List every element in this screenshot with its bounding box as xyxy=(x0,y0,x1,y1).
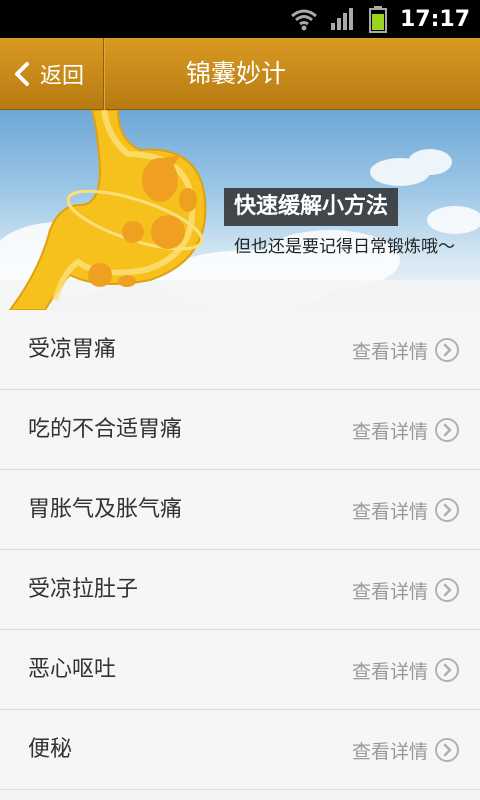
list-item-label: 受凉胃痛 xyxy=(28,337,117,362)
list-item-label: 受凉拉肚子 xyxy=(28,577,139,602)
list-item-label: 胃胀气及胀气痛 xyxy=(28,497,183,522)
list-item-label: 恶心呕吐 xyxy=(28,657,117,682)
tips-list: 受凉胃痛 查看详情 吃的不合适胃痛 查看详情 胃胀气及胀气痛 查看详情 受凉拉肚… xyxy=(0,310,480,790)
view-details-label: 查看详情 xyxy=(351,740,428,763)
back-button[interactable]: 返回 xyxy=(0,38,104,110)
list-item-label: 吃的不合适胃痛 xyxy=(28,417,183,442)
banner: 快速缓解小方法 但也还是要记得日常锻炼哦～ xyxy=(0,110,480,310)
list-item[interactable]: 受凉拉肚子 查看详情 xyxy=(0,550,480,630)
list-item[interactable]: 恶心呕吐 查看详情 xyxy=(0,630,480,710)
chevron-circle-right-icon xyxy=(435,578,459,602)
banner-title: 快速缓解小方法 xyxy=(224,188,399,226)
page-title: 锦囊妙计 xyxy=(186,59,287,88)
chevron-circle-right-icon xyxy=(435,738,459,762)
view-details-label: 查看详情 xyxy=(351,340,428,363)
list-item[interactable]: 便秘 查看详情 xyxy=(0,710,480,790)
status-time: 17:17 xyxy=(399,6,470,32)
view-details-label: 查看详情 xyxy=(351,420,428,443)
title-bar: 返回 锦囊妙计 xyxy=(0,38,480,110)
view-details-label: 查看详情 xyxy=(351,660,428,683)
view-details-link[interactable]: 查看详情 xyxy=(352,470,460,550)
list-item[interactable]: 胃胀气及胀气痛 查看详情 xyxy=(0,470,480,550)
view-details-label: 查看详情 xyxy=(351,580,428,603)
view-details-link[interactable]: 查看详情 xyxy=(352,630,460,710)
back-label: 返回 xyxy=(40,64,85,89)
banner-subtitle: 但也还是要记得日常锻炼哦～ xyxy=(234,237,455,257)
view-details-link[interactable]: 查看详情 xyxy=(352,710,460,790)
chevron-circle-right-icon xyxy=(435,658,459,682)
chevron-circle-right-icon xyxy=(435,418,459,442)
list-item[interactable]: 吃的不合适胃痛 查看详情 xyxy=(0,390,480,470)
view-details-link[interactable]: 查看详情 xyxy=(352,550,460,630)
battery-icon xyxy=(368,6,387,33)
wifi-icon xyxy=(291,9,317,31)
list-item-label: 便秘 xyxy=(28,737,73,762)
list-item[interactable]: 受凉胃痛 查看详情 xyxy=(0,310,480,390)
status-bar: 17:17 xyxy=(0,0,480,38)
view-details-link[interactable]: 查看详情 xyxy=(352,390,460,470)
signal-icon xyxy=(330,8,353,30)
chevron-left-icon xyxy=(15,62,29,86)
view-details-link[interactable]: 查看详情 xyxy=(352,310,460,390)
view-details-label: 查看详情 xyxy=(351,500,428,523)
chevron-circle-right-icon xyxy=(435,338,459,362)
chevron-circle-right-icon xyxy=(435,498,459,522)
